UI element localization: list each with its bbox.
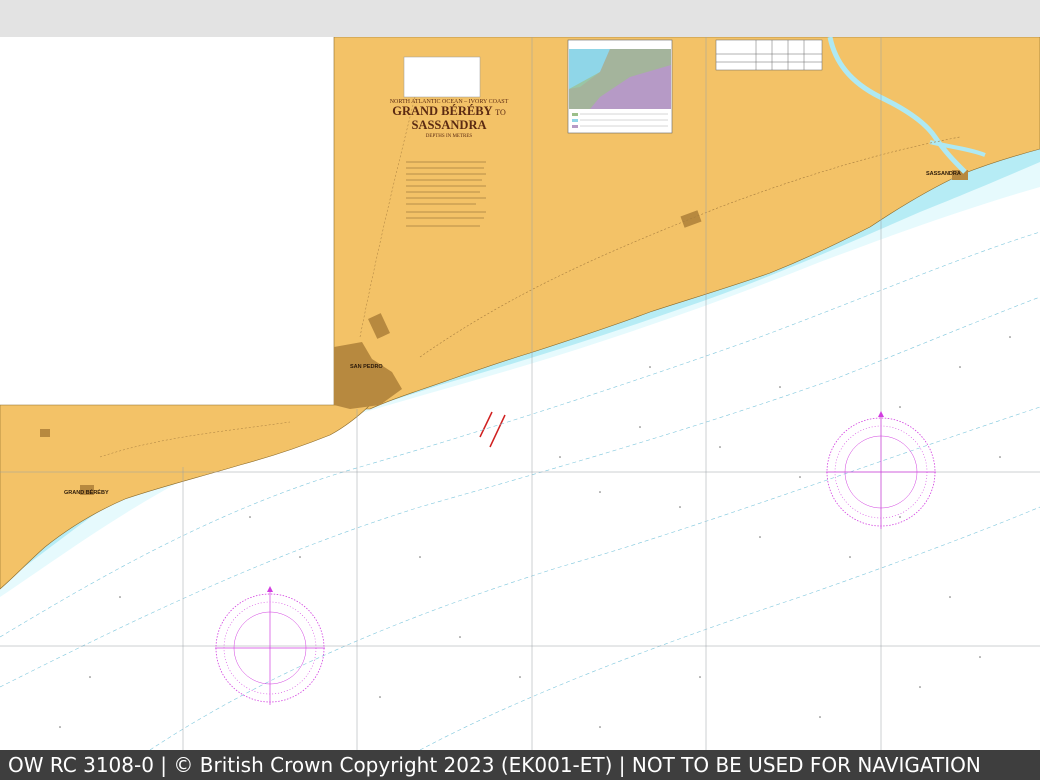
urban-block [40, 429, 50, 437]
source-diagram-inset [567, 39, 673, 134]
tidal-table [715, 39, 823, 71]
title-blank-box [403, 56, 481, 98]
inset-blank [0, 37, 334, 405]
copyright-footer: OW RC 3108-0 | © British Crown Copyright… [0, 750, 1040, 780]
chart-title-line2: SASSANDRA [411, 118, 487, 132]
chart-units: DEPTHS IN METRES [425, 134, 473, 139]
place-san-pedro: SAN PEDRO [350, 364, 383, 370]
chart-title-name: GRAND BÉRÉBY [392, 104, 493, 118]
chart-title-block: NORTH ATLANTIC OCEAN – IVORY COAST GRAND… [384, 99, 514, 139]
place-grand-bereby: GRAND BÉRÉBY [64, 490, 109, 496]
place-sassandra: SASSANDRA [926, 171, 961, 177]
chart-title-to: TO [495, 108, 506, 117]
chart-canvas [0, 37, 1040, 750]
chart-title-line1: GRAND BÉRÉBY TO [384, 105, 514, 119]
nautical-chart[interactable]: NORTH ATLANTIC OCEAN – IVORY COAST GRAND… [0, 37, 1040, 750]
top-strip [0, 0, 1040, 38]
